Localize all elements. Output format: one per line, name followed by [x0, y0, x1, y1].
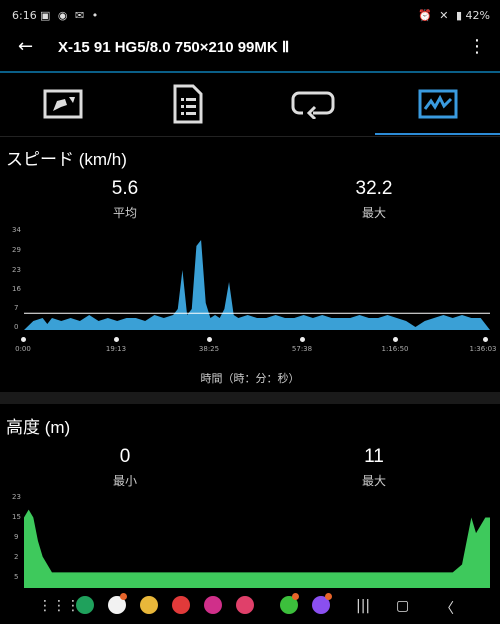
speed-x-marker — [483, 337, 488, 342]
speed-average-label: 平均 — [112, 206, 137, 220]
altitude-max-value: 11 — [364, 446, 384, 467]
speed-x-tick: 1:16:50 — [381, 345, 409, 353]
page-title: X-15 91 HG5/8.0 750×210 99MK Ⅱ — [58, 39, 290, 56]
speed-x-marker — [300, 337, 305, 342]
speed-y-tick: 16 — [12, 285, 21, 293]
chart-icon — [418, 89, 457, 119]
speed-x-tick: 19:13 — [105, 345, 127, 353]
app-drawer-icon[interactable]: ⋮⋮⋮ — [38, 598, 80, 614]
section-divider — [0, 392, 500, 404]
notification-badge — [325, 593, 332, 600]
more-options-icon[interactable]: ⋮ — [468, 36, 486, 57]
altitude-min-label: 最小 — [112, 474, 137, 488]
altitude-max-label: 最大 — [361, 474, 386, 488]
altitude-min-value: 0 — [119, 446, 131, 467]
speed-y-tick: 29 — [12, 246, 21, 254]
document-list-icon — [173, 84, 202, 124]
altitude-chart — [24, 509, 490, 588]
map-icon — [43, 89, 82, 119]
speed-x-marker — [21, 337, 26, 342]
speed-max-label: 最大 — [361, 206, 386, 220]
recents-button[interactable]: ||| — [356, 598, 370, 614]
map-tab[interactable] — [0, 73, 125, 135]
speed-x-tick: 57:38 — [291, 345, 313, 353]
speed-y-tick: 0 — [14, 323, 19, 331]
speed-chart — [24, 240, 490, 330]
speed-x-marker — [114, 337, 119, 342]
speed-y-tick: 34 — [12, 226, 21, 234]
speed-area — [24, 240, 490, 330]
altitude-y-tick: 15 — [12, 513, 21, 521]
notification-badge — [292, 593, 299, 600]
flipboard-app-icon[interactable] — [172, 596, 190, 614]
graph-tab[interactable] — [375, 73, 500, 135]
speed-x-tick: 38:25 — [198, 345, 220, 353]
notification-badge — [120, 593, 127, 600]
speed-x-tick: 0:00 — [15, 345, 31, 353]
speed-x-axis-caption: 時間（時：分：秒） — [200, 372, 300, 385]
speed-y-tick: 7 — [14, 304, 19, 312]
altitude-y-tick: 9 — [14, 533, 19, 541]
speed-section-title: スピード (km/h) — [6, 150, 127, 169]
altitude-area — [24, 509, 490, 588]
tab-indicator — [375, 133, 500, 135]
altitude-y-tick: 23 — [12, 493, 21, 501]
speed-average-value: 5.6 — [111, 178, 139, 199]
speed-x-marker — [393, 337, 398, 342]
back-arrow-icon[interactable]: ← — [18, 36, 33, 57]
altitude-section-title: 高度 (m) — [6, 418, 71, 437]
altitude-y-tick: 2 — [14, 553, 19, 561]
back-button[interactable]: 〈 — [440, 598, 454, 618]
home-button[interactable]: ▢ — [396, 598, 409, 614]
speed-x-tick: 1:36:03 — [469, 345, 497, 353]
speed-x-marker — [207, 337, 212, 342]
battery-level: 42% — [465, 9, 490, 22]
details-tab[interactable] — [125, 73, 250, 135]
tabs-divider — [0, 136, 500, 137]
loop-icon — [291, 91, 334, 119]
loop-tab[interactable] — [250, 73, 375, 135]
status-time: 6:16 — [12, 9, 37, 22]
system-icons: ⏰ ✕ ▮ — [418, 9, 464, 22]
chrome-app-icon[interactable] — [140, 596, 158, 614]
phone-app-icon[interactable] — [76, 596, 94, 614]
app-bar: ← X-15 91 HG5/8.0 750×210 99MK Ⅱ ⋮ — [0, 30, 500, 70]
speed-y-tick: 23 — [12, 266, 21, 274]
altitude-y-tick: 5 — [14, 573, 19, 581]
camera-app-icon[interactable] — [236, 596, 254, 614]
flower-app-icon[interactable] — [204, 596, 222, 614]
speed-max-value: 32.2 — [355, 178, 393, 199]
tab-bar — [0, 73, 500, 135]
status-bar: 6:16 ▣ ◉ ✉ • ⏰ ✕ ▮ 42% — [0, 0, 500, 30]
notification-icons: ▣ ◉ ✉ • — [40, 9, 101, 22]
